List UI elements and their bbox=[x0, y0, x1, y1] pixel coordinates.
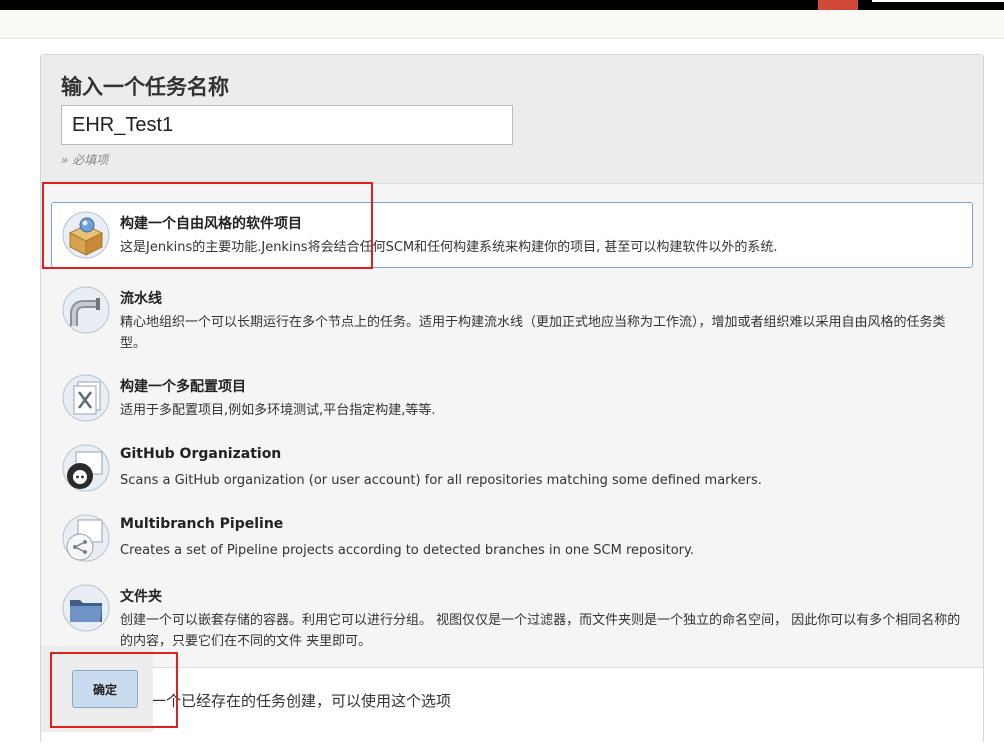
copy-from-section: 如果你想根据一个已经存在的任务创建，可以使用这个选项 bbox=[41, 667, 983, 748]
job-name-input[interactable] bbox=[61, 105, 513, 145]
job-type-description: Creates a set of Pipeline projects accor… bbox=[120, 543, 694, 558]
folder-icon bbox=[62, 584, 110, 632]
job-type-title: 构建一个多配置项目 bbox=[120, 379, 246, 395]
page-title: 输入一个任务名称 bbox=[61, 75, 229, 99]
job-type-multi-config[interactable]: 构建一个多配置项目 适用于多配置项目,例如多环境测试,平台指定构建,等等. bbox=[51, 365, 973, 431]
job-type-multibranch-pipeline[interactable]: Multibranch Pipeline Creates a set of Pi… bbox=[51, 505, 973, 571]
job-type-title: Multibranch Pipeline bbox=[120, 516, 284, 532]
job-type-folder[interactable]: 文件夹 创建一个可以嵌套存储的容器。利用它可以进行分组。 视图仅仅是一个过滤器，… bbox=[51, 575, 973, 655]
breadcrumb-bar bbox=[0, 10, 1004, 39]
pipeline-pipe-icon bbox=[62, 286, 110, 334]
multibranch-icon bbox=[62, 514, 110, 562]
new-job-panel: 输入一个任务名称 » 必填项 构建一个自由风格的软件项目 这是Jenkins的主… bbox=[40, 54, 984, 748]
required-hint: » 必填项 bbox=[61, 153, 109, 167]
job-type-description: 精心地组织一个可以长期运行在多个节点上的任务。适用于构建流水线（更加正式地应当称… bbox=[120, 315, 946, 351]
job-type-description: Scans a GitHub organization (or user acc… bbox=[120, 473, 762, 488]
github-octocat-icon bbox=[62, 444, 110, 492]
header-white-strip bbox=[872, 0, 1004, 2]
job-type-description: 创建一个可以嵌套存储的容器。利用它可以进行分组。 视图仅仅是一个过滤器，而文件夹… bbox=[120, 613, 961, 649]
job-type-title: 构建一个自由风格的软件项目 bbox=[120, 216, 302, 232]
multi-config-icon bbox=[62, 374, 110, 422]
job-name-section: 输入一个任务名称 » 必填项 bbox=[41, 55, 983, 184]
ok-button[interactable]: 确定 bbox=[72, 670, 138, 708]
job-type-title: 文件夹 bbox=[120, 589, 162, 605]
job-type-pipeline[interactable]: 流水线 精心地组织一个可以长期运行在多个节点上的任务。适用于构建流水线（更加正式… bbox=[51, 277, 973, 351]
job-type-github-organization[interactable]: GitHub Organization Scans a GitHub organ… bbox=[51, 435, 973, 501]
job-type-description: 适用于多配置项目,例如多环境测试,平台指定构建,等等. bbox=[120, 403, 436, 418]
freestyle-box-icon bbox=[62, 211, 110, 259]
job-type-title: GitHub Organization bbox=[120, 446, 282, 462]
top-header-bar bbox=[0, 0, 1004, 10]
job-type-description: 这是Jenkins的主要功能.Jenkins将会结合任何SCM和任何构建系统来构… bbox=[120, 240, 778, 255]
header-red-tab[interactable] bbox=[818, 0, 858, 10]
job-type-freestyle[interactable]: 构建一个自由风格的软件项目 这是Jenkins的主要功能.Jenkins将会结合… bbox=[51, 202, 973, 268]
job-type-title: 流水线 bbox=[120, 291, 162, 307]
